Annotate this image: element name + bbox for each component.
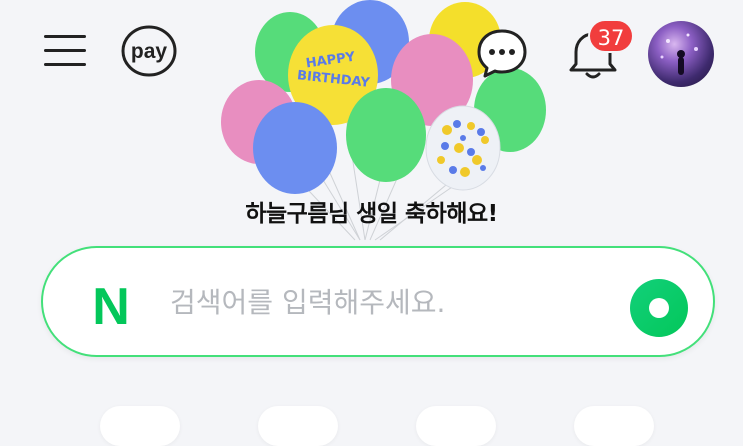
menu-line [44, 63, 86, 66]
pay-label: pay [131, 40, 168, 63]
pay-button[interactable]: pay [121, 25, 177, 77]
pay-icon: pay [121, 25, 177, 77]
logo-letter: N [92, 282, 130, 326]
chat-button[interactable] [474, 25, 530, 81]
search-button[interactable] [627, 276, 691, 340]
notification-count-badge: 37 [588, 19, 634, 53]
avatar-image [660, 33, 698, 75]
menu-line [44, 49, 86, 52]
shortcut-chip[interactable] [100, 406, 180, 446]
profile-avatar[interactable] [648, 21, 714, 87]
search-circle-icon [630, 279, 688, 337]
birthday-greeting: 하늘구름님 생일 축하해요! [245, 201, 498, 227]
chat-bubble-icon [477, 29, 527, 78]
menu-button[interactable] [40, 26, 90, 74]
menu-line [44, 35, 86, 38]
shortcut-chip[interactable] [574, 406, 654, 446]
shortcut-chip[interactable] [416, 406, 496, 446]
shortcut-chip[interactable] [258, 406, 338, 446]
naver-n-logo: N [92, 282, 130, 326]
search-input[interactable] [170, 275, 590, 329]
